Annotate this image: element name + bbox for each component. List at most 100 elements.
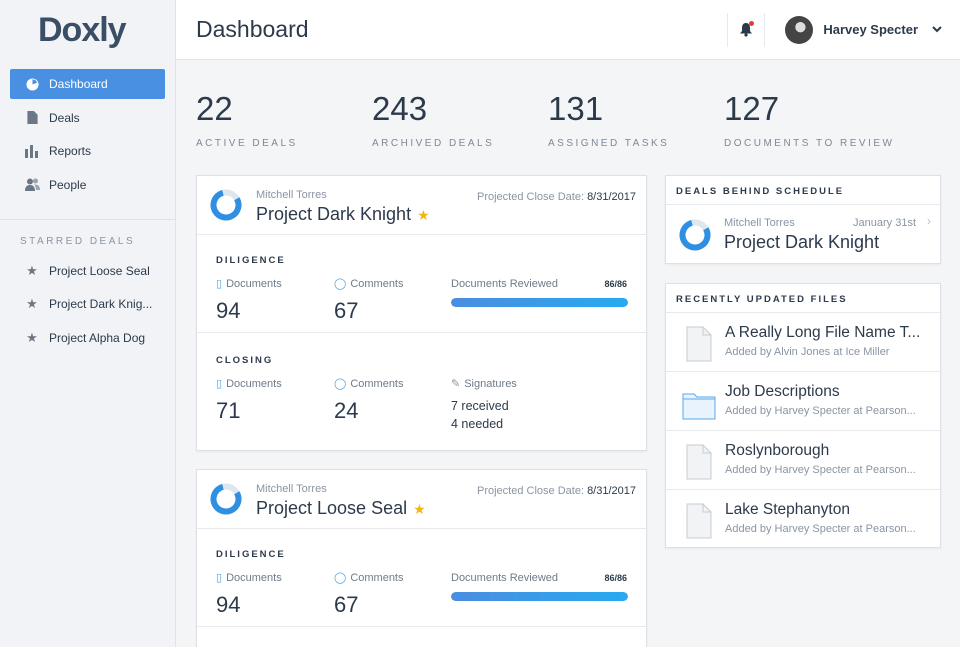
panel-title: RECENTLY UPDATED FILES [666,284,940,313]
star-icon: ★ [26,296,38,311]
starred-deal-item[interactable]: ★ Project Dark Knig... [10,289,165,319]
deal-card: Mitchell Torres Project Loose Seal ★ Proj… [196,469,647,647]
signatures-metric[interactable]: ✎ Signatures 7 received 4 needed [451,377,517,433]
top-header: Dashboard Harvey Specter [176,0,960,60]
documents-reviewed-progress [451,298,628,307]
metric-value: 94 [216,592,241,617]
sidebar-item-people[interactable]: People [10,170,165,200]
deal-owner: Mitchell Torres [256,483,327,495]
deal-card: Mitchell Torres Project Dark Knight ★ Pro… [196,175,647,451]
chevron-right-icon: › [927,214,931,228]
sidebar-item-reports[interactable]: Reports [10,136,165,166]
behind-deal-row[interactable]: Mitchell Torres January 31st › Project D… [666,205,940,263]
sidebar-divider [0,218,175,220]
diligence-section: DILIGENCE ▯ Documents 94 ◯ Comments 67 Doc… [197,529,646,627]
metric-label: ◯ Comments [334,571,404,585]
file-meta: Added by Harvey Specter at Pearson... [725,405,916,417]
file-name: Roslynborough [725,442,830,459]
notification-badge [749,20,755,26]
stat-archived-deals[interactable]: 243 ARCHIVED DEALS [372,90,548,149]
user-menu[interactable]: Harvey Specter [765,15,960,44]
sidebar-item-dashboard[interactable]: Dashboard [10,69,165,99]
file-row[interactable]: A Really Long File Name T... Added by Al… [666,313,940,372]
document-icon [24,111,40,124]
panel-title: DEALS BEHIND SCHEDULE [666,176,940,205]
deal-card-header[interactable]: Mitchell Torres Project Loose Seal ★ Proj… [197,470,646,529]
comments-metric[interactable]: ◯ Comments 24 [334,377,404,424]
stat-label: DOCUMENTS TO REVIEW [724,138,895,149]
documents-reviewed-progress [451,592,628,601]
metric-label-text: Documents [226,571,282,584]
closing-section: CLOSING ▯ Documents 71 ◯ Comments 24 ✎ Sign… [197,333,646,451]
file-name: Lake Stephanyton [725,501,850,518]
diligence-section: DILIGENCE ▯ Documents 94 ◯ Comments 67 Doc… [197,235,646,333]
starred-deal-item[interactable]: ★ Project Loose Seal [10,256,165,286]
stat-value: 243 [372,90,428,127]
star-icon: ★ [26,262,38,278]
metric-value: 67 [334,592,359,617]
deal-owner: Mitchell Torres [256,189,327,201]
file-meta: Added by Alvin Jones at Ice Miller [725,346,890,358]
comments-metric[interactable]: ◯ Comments 67 [334,571,404,618]
stat-assigned-tasks[interactable]: 131 ASSIGNED TASKS [548,90,724,149]
close-date-label: Projected Close Date: [477,191,584,203]
metric-value: 71 [216,398,241,423]
metric-value: 94 [216,298,241,323]
star-icon[interactable]: ★ [413,501,426,517]
stat-active-deals[interactable]: 22 ACTIVE DEALS [196,90,372,149]
metric-value: 67 [334,298,359,323]
documents-metric[interactable]: ▯ Documents 94 [216,571,282,618]
section-title: DILIGENCE [216,255,286,266]
section-title: CLOSING [216,355,274,366]
stats-row: 22 ACTIVE DEALS 243 ARCHIVED DEALS 131 A… [196,90,900,149]
documents-metric[interactable]: ▯ Documents 71 [216,377,282,424]
deal-name: Project Loose Seal ★ [256,498,426,519]
notifications-button[interactable] [727,12,766,47]
starred-deals-heading: STARRED DEALS [20,235,136,247]
file-name: Job Descriptions [725,383,840,400]
section-title: DILIGENCE [216,549,286,560]
star-icon[interactable]: ★ [417,207,430,223]
starred-deal-item[interactable]: ★ Project Alpha Dog [10,323,165,353]
chevron-down-icon [932,26,942,33]
file-row[interactable]: Job Descriptions Added by Harvey Specter… [666,372,940,431]
file-row[interactable]: Lake Stephanyton Added by Harvey Specter… [666,490,940,549]
file-row[interactable]: Roslynborough Added by Harvey Specter at… [666,431,940,490]
comments-metric[interactable]: ◯ Comments 67 [334,277,404,324]
page-title: Dashboard [196,16,309,42]
signatures-received: 7 received [451,399,509,413]
comment-icon: ◯ [334,572,347,584]
folder-icon [682,393,716,420]
metric-label: ✎ Signatures [451,377,517,391]
documents-reviewed-count: 86/86 [604,279,627,289]
metric-label-text: Documents [226,277,282,290]
file-icon [686,326,712,362]
sidebar-item-deals[interactable]: Deals [10,103,165,133]
comment-icon: ◯ [334,278,347,290]
stat-label: ASSIGNED TASKS [548,138,670,149]
starred-deal-label: Project Alpha Dog [49,330,146,345]
deal-name-text: Project Loose Seal [256,498,408,518]
metric-label: ◯ Comments [334,277,404,291]
sidebar-nav: Dashboard Deals Reports People [0,69,175,200]
file-meta: Added by Harvey Specter at Pearson... [725,523,916,535]
app-logo[interactable]: Doxly [0,0,175,60]
people-icon [24,178,40,191]
stat-value: 127 [724,90,780,127]
progress-ring-icon [210,483,242,515]
pencil-icon: ✎ [451,378,461,390]
metric-label-text: Comments [350,277,404,290]
deal-owner: Mitchell Torres [724,217,795,229]
progress-fill [451,592,628,601]
deal-card-header[interactable]: Mitchell Torres Project Dark Knight ★ Pro… [197,176,646,235]
stat-label: ARCHIVED DEALS [372,138,495,149]
stat-documents-to-review[interactable]: 127 DOCUMENTS TO REVIEW [724,90,900,149]
progress-ring-icon [210,189,242,221]
close-date-label: Projected Close Date: [477,485,584,497]
metric-label: ▯ Documents [216,277,282,291]
bar-chart-icon [24,144,40,158]
starred-deal-label: Project Dark Knig... [49,297,153,311]
document-icon: ▯ [216,278,223,290]
signatures-needed: 4 needed [451,417,504,431]
documents-metric[interactable]: ▯ Documents 94 [216,277,282,324]
